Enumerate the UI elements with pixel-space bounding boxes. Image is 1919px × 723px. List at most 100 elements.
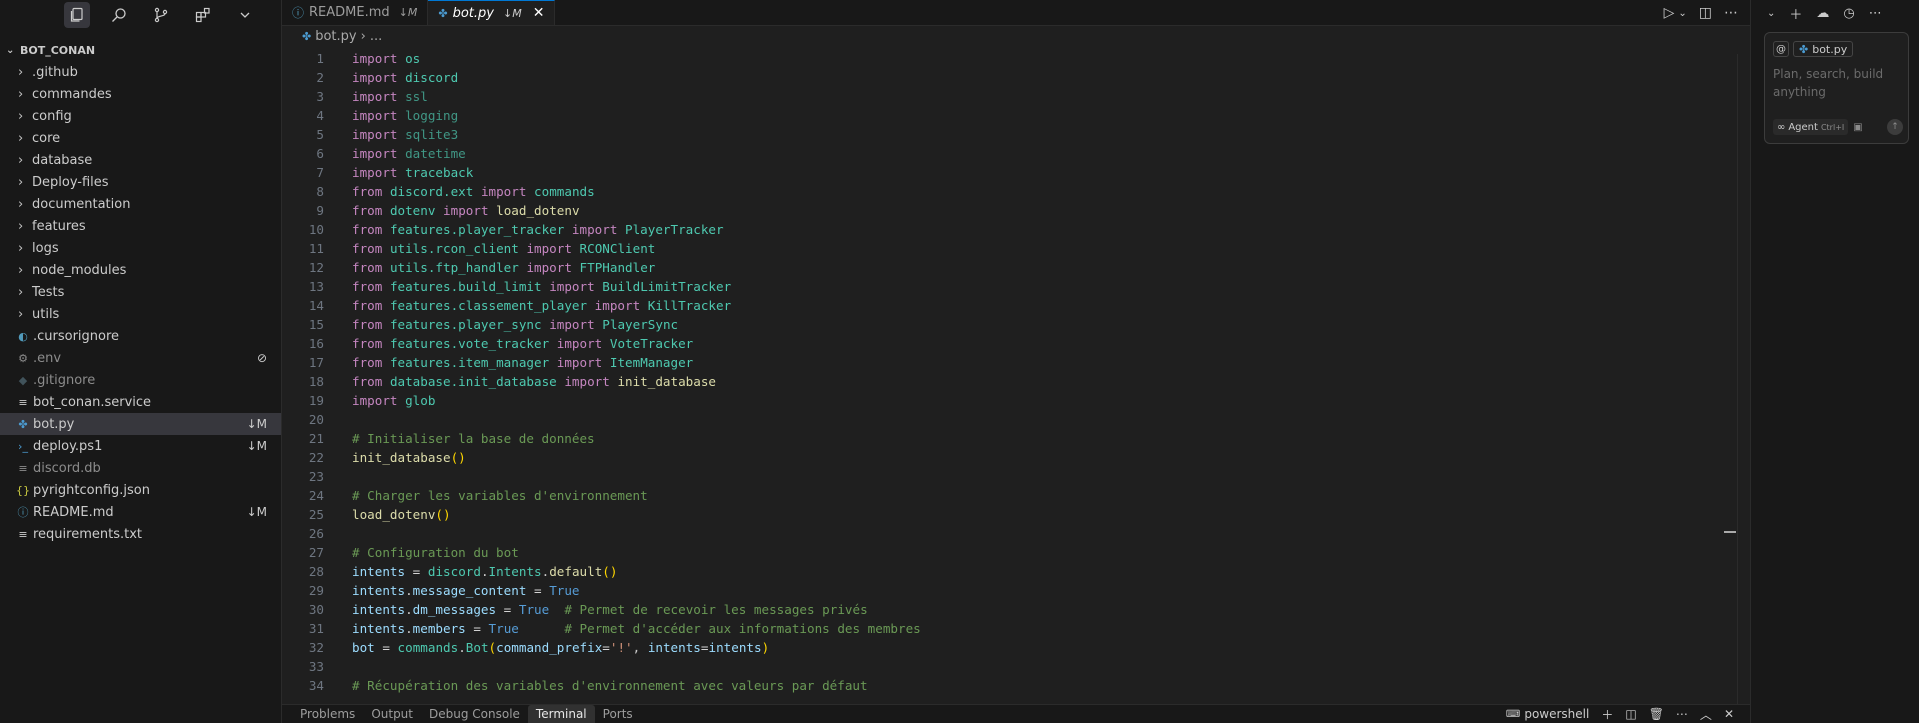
image-icon[interactable]: ▣ (1853, 122, 1862, 133)
maximize-panel-icon[interactable]: ︿ (1700, 706, 1712, 723)
cloud-icon[interactable]: ☁ (1816, 6, 1829, 21)
tab-problems[interactable]: Problems (292, 705, 363, 723)
code-line: 16 from features.vote_tracker import Vote… (308, 336, 694, 351)
chat-placeholder[interactable]: Plan, search, build anything (1773, 65, 1898, 101)
folder-item[interactable]: › config (0, 105, 281, 127)
chevron-right-icon: › (18, 240, 24, 256)
folder-item[interactable]: › commandes (0, 83, 281, 105)
add-terminal-icon[interactable]: ＋ (1601, 706, 1613, 723)
folder-item[interactable]: › Tests (0, 281, 281, 303)
tab-readme[interactable]: ⓘ README.md ↓M (282, 0, 429, 25)
chevron-right-icon: › (18, 152, 24, 168)
chat-input-box[interactable]: @ ✤ bot.py Plan, search, build anything … (1764, 32, 1909, 144)
tree-item-label: Deploy-files (32, 174, 109, 190)
scrollbar-track[interactable] (1737, 54, 1738, 704)
tab-terminal[interactable]: Terminal (527, 705, 595, 723)
chevron-right-icon: › (18, 262, 24, 278)
file-item[interactable]: ≡ discord.db (0, 457, 281, 479)
breadcrumb-file[interactable]: bot.py (315, 29, 356, 44)
search-icon[interactable] (106, 2, 132, 28)
chevron-down-icon[interactable]: ⌄ (1678, 8, 1686, 19)
explorer-sidebar: ⌄ BOT_CONAN › .github › commandes › config › co… (0, 0, 282, 723)
python-file-icon: ✤ (302, 29, 312, 43)
tab-output[interactable]: Output (363, 705, 421, 723)
explorer-icon[interactable] (64, 2, 90, 28)
folder-item[interactable]: › documentation (0, 193, 281, 215)
code-line: 1 import os (316, 51, 421, 66)
extensions-icon[interactable] (190, 2, 216, 28)
folder-item[interactable]: › logs (0, 237, 281, 259)
folder-item[interactable]: › core (0, 127, 281, 149)
tree-item-label: node_modules (32, 262, 127, 278)
file-item[interactable]: ⚙ .env ⊘ (0, 347, 281, 369)
code-line: 10 from features.player_tracker import Pl… (308, 222, 724, 237)
file-icon: ≡ (18, 527, 28, 541)
file-item[interactable]: ⓘ README.md ↓M (0, 501, 281, 523)
split-editor-icon[interactable]: ◫ (1699, 5, 1712, 21)
send-button[interactable]: ↑ (1887, 119, 1903, 135)
file-item[interactable]: ✤ bot.py ↓M (0, 413, 281, 435)
sidebar-toolbar (0, 0, 281, 30)
json-icon: {} (16, 483, 30, 497)
breadcrumb-more[interactable]: ... (370, 29, 382, 44)
tab-ports[interactable]: Ports (595, 705, 641, 723)
more-icon[interactable]: ⋯ (1869, 6, 1882, 21)
folder-item[interactable]: › utils (0, 303, 281, 325)
new-chat-icon[interactable]: ＋ (1789, 4, 1802, 23)
tree-item-label: core (32, 130, 61, 146)
folder-item[interactable]: › Deploy-files (0, 171, 281, 193)
code-line: 8 from discord.ext import commands (316, 184, 595, 199)
tree-item-label: Tests (32, 284, 65, 300)
mode-selector[interactable]: ∞ Agent Ctrl+I (1773, 119, 1849, 135)
file-item[interactable]: ◆ .gitignore (0, 369, 281, 391)
gear-icon: ⚙ (18, 351, 28, 365)
tab-label: bot.py (452, 5, 494, 21)
run-icon[interactable]: ▷ (1664, 5, 1675, 21)
chevron-right-icon: › (18, 284, 24, 300)
code-line: 34 # Récupération des variables d'environ… (308, 678, 868, 693)
terminal-shell-label[interactable]: powershell (1524, 707, 1589, 721)
mention-icon[interactable]: @ (1773, 41, 1789, 57)
panel-actions: ⌨ powershell ＋ ◫ 🗑 ⋯ ︿ ✕ (1506, 705, 1734, 723)
close-icon[interactable]: ✕ (533, 5, 545, 21)
scrollbar-cursor-marker (1724, 531, 1736, 533)
code-line: 4 import logging (316, 108, 459, 123)
tree-item-label: bot.py (33, 416, 75, 432)
folder-item[interactable]: › database (0, 149, 281, 171)
folder-item[interactable]: › node_modules (0, 259, 281, 281)
file-item[interactable]: ≡ requirements.txt (0, 523, 281, 545)
project-header[interactable]: ⌄ BOT_CONAN (0, 39, 281, 61)
chevron-down-icon[interactable]: ⌄ (1767, 8, 1775, 19)
python-file-icon: ✤ (438, 6, 448, 20)
file-item[interactable]: ◐ .cursorignore (0, 325, 281, 347)
trash-icon[interactable]: 🗑 (1649, 707, 1664, 721)
mode-shortcut: Ctrl+I (1820, 122, 1845, 132)
chevron-down-icon[interactable] (232, 2, 258, 28)
close-icon[interactable]: ✕ (1724, 707, 1734, 721)
tree-item-label: commandes (32, 86, 112, 102)
code-line: 25 load_dotenv() (308, 507, 451, 522)
code-line: 13 from features.build_limit import Build… (308, 279, 732, 294)
folder-item[interactable]: › features (0, 215, 281, 237)
history-icon[interactable]: ◷ (1843, 6, 1854, 21)
more-icon[interactable]: ⋯ (1724, 5, 1738, 21)
code-line: 15 from features.player_sync import Playe… (308, 317, 679, 332)
context-chip[interactable]: ✤ bot.py (1793, 41, 1854, 57)
more-icon[interactable]: ⋯ (1676, 707, 1688, 721)
split-terminal-icon[interactable]: ◫ (1625, 707, 1636, 721)
code-line: 14 from features.classement_player import… (308, 298, 732, 313)
file-item[interactable]: {} pyrightconfig.json (0, 479, 281, 501)
tab-bot-py[interactable]: ✤ bot.py ↓M ✕ (428, 0, 556, 25)
folder-item[interactable]: › .github (0, 61, 281, 83)
terminal-icon: ⌨ (1505, 708, 1521, 720)
file-item[interactable]: ›_ deploy.ps1 ↓M (0, 435, 281, 457)
code-line: 27 # Configuration du bot (308, 545, 519, 560)
chevron-right-icon: › (18, 64, 24, 80)
chevron-right-icon: › (18, 174, 24, 190)
file-item[interactable]: ≡ bot_conan.service (0, 391, 281, 413)
source-control-icon[interactable] (148, 2, 174, 28)
code-editor[interactable]: 1 import os 2 import discord 3 import ssl 4… (282, 49, 1738, 704)
tree-item-label: utils (32, 306, 60, 322)
editor-tabbar: ⓘ README.md ↓M ✤ bot.py ↓M ✕ ▷ ⌄ ◫ ⋯ (282, 0, 1750, 26)
tab-debug-console[interactable]: Debug Console (421, 705, 528, 723)
